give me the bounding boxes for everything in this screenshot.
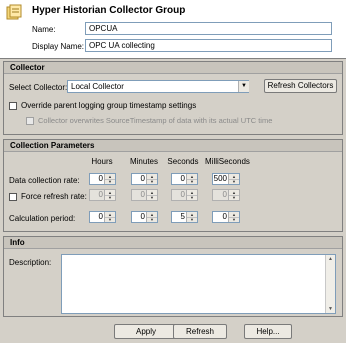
refresh-collectors-button[interactable]: Refresh Collectors <box>264 79 337 93</box>
display-name-label: Display Name: <box>32 42 85 51</box>
help-button[interactable]: Help... <box>244 324 292 339</box>
description-scrollbar[interactable]: ▲ ▼ <box>325 255 335 313</box>
description-label: Description: <box>9 258 52 267</box>
collector-group-icon <box>5 4 23 22</box>
force-refresh-ms-stepper[interactable]: 0 ▲ ▼ <box>212 189 240 201</box>
spin-arrows-icon[interactable]: ▲ ▼ <box>146 190 157 200</box>
force-refresh-minutes-stepper[interactable]: 0 ▲ ▼ <box>131 189 158 201</box>
overwrite-timestamp-checkbox[interactable] <box>26 117 34 125</box>
force-refresh-seconds-stepper[interactable]: 0 ▲ ▼ <box>171 189 198 201</box>
spin-arrows-icon[interactable]: ▲ ▼ <box>228 174 239 184</box>
select-collector-label: Select Collector: <box>9 83 68 92</box>
calc-period-label: Calculation period: <box>9 214 76 223</box>
calc-period-ms-stepper[interactable]: 0 ▲ ▼ <box>212 211 240 223</box>
scroll-down-icon[interactable]: ▼ <box>326 305 335 313</box>
column-hours: Hours <box>91 157 113 166</box>
info-group-title: Info <box>4 237 342 249</box>
spin-arrows-icon[interactable]: ▲ ▼ <box>186 190 197 200</box>
collector-select-value: Local Collector <box>71 82 124 91</box>
data-rate-ms-stepper[interactable]: 500 ▲ ▼ <box>212 173 240 185</box>
spin-arrows-icon[interactable]: ▲ ▼ <box>228 190 239 200</box>
spin-arrows-icon[interactable]: ▲ ▼ <box>104 212 115 222</box>
data-rate-label: Data collection rate: <box>9 176 80 185</box>
spin-arrows-icon[interactable]: ▲ ▼ <box>146 174 157 184</box>
force-refresh-label: Force refresh rate: <box>21 192 87 201</box>
display-name-input[interactable]: OPC UA collecting <box>85 39 332 52</box>
collection-parameters-title: Collection Parameters <box>4 140 342 152</box>
name-input[interactable]: OPCUA <box>85 22 332 35</box>
calc-period-hours-stepper[interactable]: 0 ▲ ▼ <box>89 211 116 223</box>
spin-arrows-icon[interactable]: ▲ ▼ <box>186 174 197 184</box>
overwrite-timestamp-label: Collector overwrites SourceTimestamp of … <box>38 116 273 125</box>
spin-arrows-icon[interactable]: ▲ ▼ <box>146 212 157 222</box>
apply-button[interactable]: Apply <box>114 324 178 339</box>
data-rate-hours-stepper[interactable]: 0 ▲ ▼ <box>89 173 116 185</box>
column-seconds: Seconds <box>167 157 199 166</box>
override-checkbox[interactable] <box>9 102 17 110</box>
column-minutes: Minutes <box>129 157 158 166</box>
data-rate-seconds-stepper[interactable]: 0 ▲ ▼ <box>171 173 198 185</box>
calc-period-minutes-stepper[interactable]: 0 ▲ ▼ <box>131 211 158 223</box>
page-title: Hyper Historian Collector Group <box>32 5 186 16</box>
collector-select[interactable]: Local Collector <box>67 80 249 93</box>
spin-arrows-icon[interactable]: ▲ ▼ <box>186 212 197 222</box>
refresh-button[interactable]: Refresh <box>173 324 227 339</box>
force-refresh-checkbox[interactable] <box>9 193 17 201</box>
column-milliseconds: MilliSeconds <box>205 157 250 166</box>
override-label: Override parent logging group timestamp … <box>21 101 197 110</box>
chevron-down-icon[interactable]: ▼ <box>238 81 249 92</box>
spin-arrows-icon[interactable]: ▲ ▼ <box>104 174 115 184</box>
scroll-up-icon[interactable]: ▲ <box>326 255 335 263</box>
description-textarea[interactable]: ▲ ▼ <box>61 254 336 314</box>
spin-arrows-icon[interactable]: ▲ ▼ <box>228 212 239 222</box>
force-refresh-hours-stepper[interactable]: 0 ▲ ▼ <box>89 189 116 201</box>
collector-group-title: Collector <box>4 62 342 74</box>
spin-arrows-icon[interactable]: ▲ ▼ <box>104 190 115 200</box>
data-rate-minutes-stepper[interactable]: 0 ▲ ▼ <box>131 173 158 185</box>
name-label: Name: <box>32 25 56 34</box>
calc-period-seconds-stepper[interactable]: 5 ▲ ▼ <box>171 211 198 223</box>
